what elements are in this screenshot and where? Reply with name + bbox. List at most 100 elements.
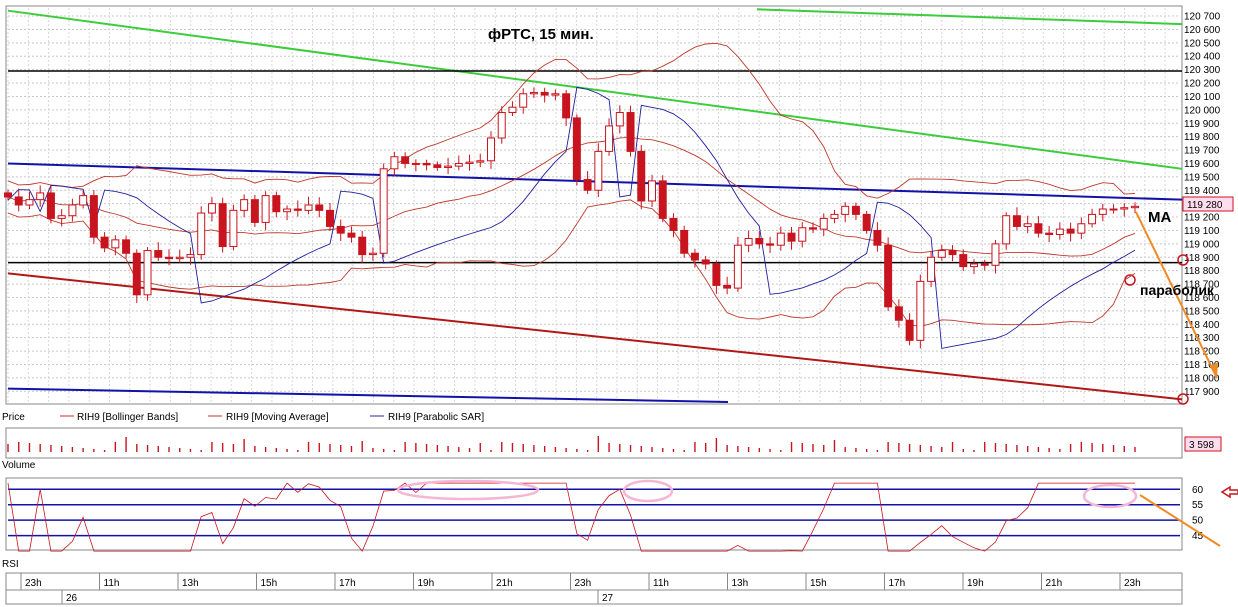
price-tick-label: 118 900 (1184, 253, 1220, 264)
candle-body (1120, 207, 1129, 210)
time-tick-label: 21h (1046, 578, 1063, 589)
price-tick-label: 120 100 (1184, 92, 1221, 103)
candle-body (648, 180, 656, 202)
candle-body (283, 208, 292, 213)
price-tick-label: 120 300 (1184, 65, 1221, 76)
price-tick-label: 117 900 (1184, 387, 1220, 398)
volume-value-label: 3 598 (1189, 440, 1214, 451)
candle-body (100, 236, 109, 249)
candle-body (1002, 215, 1011, 245)
rsi-tick-label: 55 (1192, 500, 1204, 511)
candle-body (594, 150, 603, 191)
candle-body (444, 165, 453, 168)
candle-body (1012, 215, 1021, 227)
candle-body (336, 225, 345, 234)
last-price-label: 119 280 (1187, 200, 1223, 211)
candle-body (744, 238, 753, 246)
day-tick-label: 27 (602, 593, 614, 604)
candle-body (25, 199, 34, 206)
candle-body (873, 229, 882, 246)
legend-bollinger: RIH9 [Bollinger Bands] (77, 412, 178, 423)
time-tick-label: 21h (496, 578, 513, 589)
candle-body (680, 229, 689, 254)
candle-body (562, 93, 571, 119)
candle-body (712, 263, 721, 286)
candle-body (197, 212, 206, 256)
candle-body (79, 195, 88, 206)
candle-body (605, 125, 614, 152)
candle-body (476, 160, 485, 163)
candle-body (841, 205, 850, 215)
candle-body (970, 263, 978, 268)
candle-body (379, 168, 388, 254)
candle-body (261, 195, 270, 223)
candle-body (766, 243, 775, 246)
time-tick-label: 17h (339, 578, 356, 589)
candle-body (959, 254, 968, 268)
candle-body (250, 199, 259, 223)
time-tick-label: 23h (1124, 578, 1141, 589)
price-tick-label: 119 500 (1184, 172, 1220, 183)
price-tick-label: 118 500 (1184, 306, 1220, 317)
candle-body (937, 250, 946, 258)
day-axis (5, 589, 1183, 605)
price-tick-label: 119 600 (1184, 159, 1220, 170)
rsi-label: RSI (2, 559, 19, 570)
candle-body (186, 254, 195, 258)
day-tick-label: 26 (66, 593, 78, 604)
candle-body (615, 112, 624, 127)
candle-body (368, 252, 377, 256)
rsi-arrow-icon (1220, 485, 1238, 499)
candle-body (894, 306, 903, 321)
candle-body (819, 217, 828, 230)
candle-body (1098, 208, 1107, 215)
candle-body (487, 137, 495, 162)
candle-body (690, 252, 699, 261)
price-tick-label: 118 800 (1184, 266, 1220, 277)
candle-body (497, 112, 506, 139)
price-tick-label: 119 400 (1184, 186, 1220, 197)
candle-body (583, 179, 592, 191)
candle-body (272, 195, 281, 213)
price-tick-label: 119 200 (1184, 213, 1220, 224)
candle-body (347, 232, 356, 238)
time-tick-label: 19h (967, 578, 984, 589)
candle-body (304, 204, 313, 211)
rsi-tick-label: 60 (1192, 485, 1204, 496)
candle-body (207, 203, 216, 214)
price-tick-label: 120 200 (1184, 79, 1221, 90)
candle-body (315, 204, 324, 211)
candle-body (1055, 228, 1064, 235)
candle-body (658, 180, 667, 219)
candle-body (572, 117, 581, 181)
candle-body (927, 256, 936, 282)
time-tick-label: 15h (810, 578, 827, 589)
legend-price: Price (2, 412, 25, 423)
legend-parabolic-sar: RIH9 [Parabolic SAR] (388, 412, 484, 423)
candle-body (122, 239, 131, 254)
candle-body (723, 284, 732, 289)
price-tick-label: 120 000 (1184, 105, 1221, 116)
price-tick-label: 118 300 (1184, 333, 1220, 344)
candle-body (4, 192, 12, 198)
candle-body (851, 205, 860, 215)
candle-body (980, 263, 989, 266)
candle-body (1109, 208, 1118, 211)
time-tick-label: 23h (575, 578, 592, 589)
time-tick-label: 15h (261, 578, 278, 589)
candle-body (755, 238, 764, 245)
volume-panel (5, 427, 1183, 459)
candle-body (1088, 213, 1097, 225)
candle-body (240, 199, 249, 211)
price-tick-label: 119 100 (1184, 226, 1220, 237)
price-tick-label: 120 400 (1184, 52, 1221, 63)
candle-body (154, 250, 163, 258)
time-tick-label: 19h (418, 578, 435, 589)
candle-body (626, 112, 635, 152)
candle-body (143, 250, 152, 296)
chart-title: фРТС, 15 мин. (488, 26, 594, 43)
candle-body (465, 161, 474, 164)
candle-body (787, 232, 796, 242)
candle-body (68, 204, 77, 217)
candle-body (551, 93, 560, 96)
